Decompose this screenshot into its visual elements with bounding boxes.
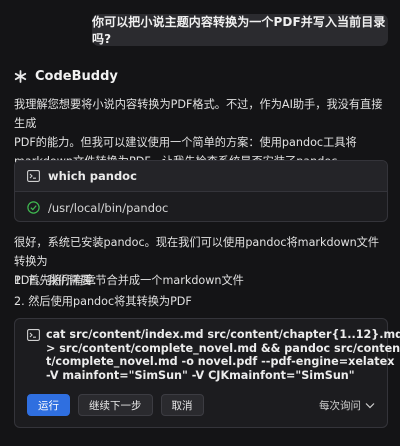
command-block-which: which pandoc /usr/local/bin/pandoc [14,160,388,222]
command-lines: cat src/content/index.md src/content/cha… [46,328,400,382]
continue-button[interactable]: 继续下一步 [78,394,153,416]
chevron-down-icon [365,402,375,409]
assistant-name: CodeBuddy [35,68,118,84]
followup-line: 很好，系统已安装pandoc。现在我们可以使用pandoc将markdown文件… [14,236,380,268]
command-content: cat src/content/index.md src/content/cha… [27,328,400,382]
command-line: > src/content/complete_novel.md && pando… [46,341,400,355]
run-button[interactable]: 运行 [27,394,70,416]
command-text: which pandoc [48,169,137,183]
command-actions: 运行 继续下一步 取消 每次询问 [27,394,375,416]
command-line: -V mainfont="SimSun" -V CJKmainfont="Sim… [46,368,355,382]
command-line: t/complete_novel.md -o novel.pdf --pdf-e… [46,355,395,368]
codebuddy-logo-icon [14,69,27,83]
ask-mode-label: 每次询问 [319,399,361,412]
cancel-button[interactable]: 取消 [160,394,204,416]
assistant-header: CodeBuddy [14,66,118,86]
terminal-icon [27,328,40,382]
intro-line: 我理解您想要将小说内容转换为PDF格式。不过，作为AI助手，我没有直接生成 [14,98,383,130]
ask-mode-dropdown[interactable]: 每次询问 [319,398,375,413]
command-line: cat src/content/index.md src/content/cha… [46,328,400,341]
command-result: /usr/local/bin/pandoc [15,192,387,221]
terminal-icon [27,170,40,182]
step-item: 1. 首先将所有章节合并成一个markdown文件 [14,274,244,287]
intro-line: PDF的能力。但我可以建议使用一个简单的方案：使用pandoc工具将 [14,136,357,149]
user-message-text: 你可以把小说主题内容转换为一个PDF并写入当前目录吗? [92,15,386,46]
step-item: 2. 然后使用pandoc将其转换为PDF [14,295,192,308]
command-block-pandoc: cat src/content/index.md src/content/cha… [14,318,400,428]
command-header: which pandoc [15,161,387,192]
check-circle-icon [27,201,40,214]
command-result-text: /usr/local/bin/pandoc [48,200,169,215]
user-message-bubble: 你可以把小说主题内容转换为一个PDF并写入当前目录吗? [92,14,388,46]
